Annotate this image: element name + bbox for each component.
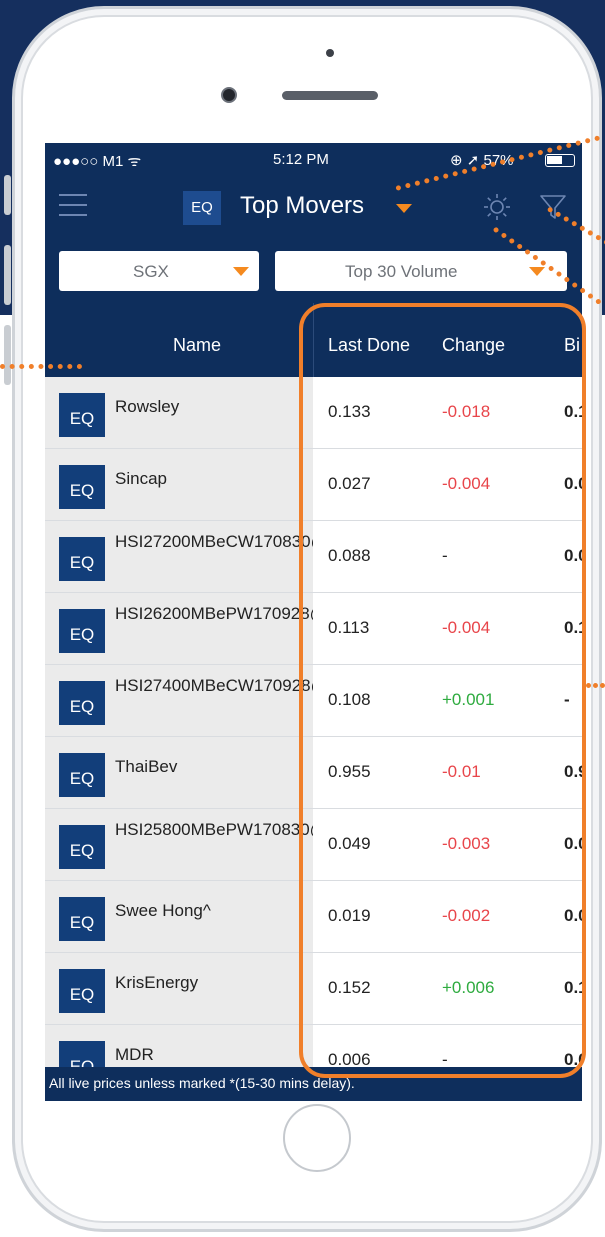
proximity-sensor [326,49,334,57]
callout-highlight-box [299,303,586,1078]
stock-name: Swee Hong^ [115,901,211,920]
page-title[interactable]: Top Movers [240,192,364,220]
volume-up-button [4,245,11,305]
stock-name: ThaiBev [115,757,178,776]
earpiece-speaker [282,91,378,100]
stock-name: MDR [115,1045,154,1064]
delay-notice-text: All live prices unless marked *(15-30 mi… [49,1075,355,1091]
stock-name: Rowsley [115,397,180,416]
stock-name: KrisEnergy [115,973,199,992]
stock-name: HSI27200MBeCW170830@ [115,532,313,551]
chevron-down-icon[interactable] [396,204,412,213]
filter-bar: SGX Top 30 Volume [45,237,582,303]
mute-switch [4,175,11,215]
eq-badge: EQ [183,191,221,225]
stock-name: Sincap [115,469,167,488]
column-header-name[interactable]: Name [173,335,221,356]
eq-badge: EQ [59,393,105,437]
stock-name: HSI26200MBePW170928@ [115,604,313,623]
eq-badge: EQ [59,753,105,797]
stock-name: HSI27400MBeCW170928@ [115,676,313,695]
battery-icon [545,154,575,167]
callout-pointer [586,683,605,688]
hamburger-icon[interactable] [59,194,87,218]
list-type-select[interactable]: Top 30 Volume [275,251,567,291]
front-camera [221,87,237,103]
eq-badge: EQ [59,825,105,869]
exchange-select[interactable]: SGX [59,251,259,291]
status-time: 5:12 PM [273,151,329,168]
exchange-select-value: SGX [133,262,169,281]
nav-bar: EQ Top Movers [45,177,582,237]
carrier-signal: ●●●○○ M1 ᯤ [53,153,142,170]
eq-badge: EQ [59,465,105,509]
eq-badge: EQ [59,537,105,581]
callout-pointer [0,364,82,369]
stock-name: HSI25800MBePW170830@ [115,820,313,839]
eq-badge: EQ [59,681,105,725]
home-button[interactable] [283,1104,351,1172]
volume-down-button [4,325,11,385]
chevron-down-icon [233,267,249,276]
chevron-down-icon [529,267,545,276]
eq-badge: EQ [59,897,105,941]
eq-badge: EQ [59,609,105,653]
sun-icon[interactable] [483,193,511,221]
eq-badge: EQ [59,969,105,1013]
list-type-select-value: Top 30 Volume [345,262,458,281]
